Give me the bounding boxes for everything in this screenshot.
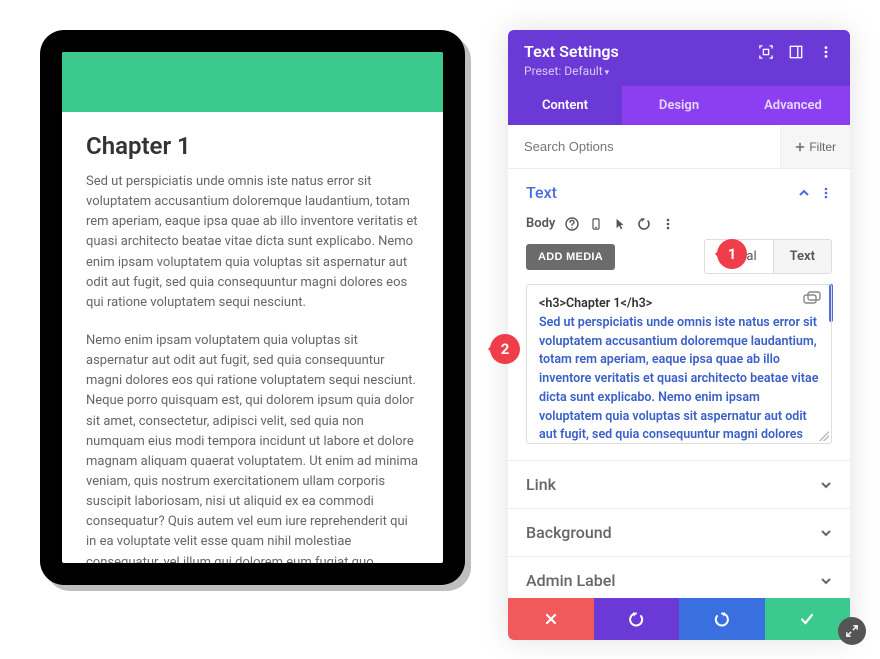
section-text: Text Body	[508, 169, 850, 461]
filter-label: Filter	[809, 140, 836, 154]
chapter-paragraph: Nemo enim ipsam voluptatem quia voluptas…	[86, 331, 419, 563]
section-title: Text	[526, 183, 557, 202]
panel-title: Text Settings	[524, 42, 619, 61]
section-link: Link	[508, 461, 850, 509]
tablet-preview: Chapter 1 Sed ut perspiciatis unde omnis…	[40, 30, 465, 585]
section-title: Link	[526, 475, 556, 494]
chapter-title: Chapter 1	[86, 132, 419, 160]
redo-button[interactable]	[679, 598, 765, 640]
add-media-button[interactable]: ADD MEDIA	[526, 244, 615, 270]
preset-label[interactable]: Preset: Default▾	[524, 64, 834, 78]
tab-design[interactable]: Design	[622, 86, 736, 125]
help-icon[interactable]	[565, 217, 579, 231]
section-header-admin-label[interactable]: Admin Label	[508, 557, 850, 594]
callout-badge-1: 1	[717, 239, 747, 269]
section-title: Admin Label	[526, 571, 615, 590]
chevron-down-icon	[820, 479, 832, 491]
section-header-background[interactable]: Background	[508, 509, 850, 556]
section-background: Background	[508, 509, 850, 557]
code-editor[interactable]: <h3>Chapter 1</h3> Sed ut perspiciatis u…	[526, 284, 832, 444]
body-label: Body	[526, 216, 555, 231]
tab-content[interactable]: Content	[508, 86, 622, 125]
header-banner	[62, 52, 443, 112]
panel-header: Text Settings Preset: Default▾	[508, 30, 850, 86]
chapter-paragraph: Sed ut perspiciatis unde omnis iste natu…	[86, 172, 419, 313]
chevron-up-icon	[798, 187, 810, 199]
undo-button[interactable]	[594, 598, 680, 640]
callout-badge-2: 2	[490, 334, 520, 364]
code-line-heading: <h3>Chapter 1</h3>	[539, 295, 819, 314]
cancel-button[interactable]	[508, 598, 594, 640]
footer-actions	[508, 598, 850, 640]
chevron-down-icon	[820, 575, 832, 587]
more-icon[interactable]	[818, 44, 834, 60]
section-header-text[interactable]: Text	[508, 169, 850, 216]
search-input[interactable]	[508, 125, 780, 168]
expand-panel-button[interactable]	[838, 617, 866, 645]
cursor-icon[interactable]	[613, 217, 627, 231]
section-title: Background	[526, 523, 612, 542]
layout-icon[interactable]	[788, 44, 804, 60]
tab-advanced[interactable]: Advanced	[736, 86, 850, 125]
more-icon[interactable]	[661, 217, 675, 231]
search-row: Filter	[508, 125, 850, 169]
panel-tabs: Content Design Advanced	[508, 86, 850, 125]
tablet-screen: Chapter 1 Sed ut perspiciatis unde omnis…	[62, 52, 443, 563]
undo-icon[interactable]	[637, 217, 651, 231]
chapter-content: Chapter 1 Sed ut perspiciatis unde omnis…	[62, 132, 443, 563]
section-more-icon[interactable]	[820, 187, 832, 199]
settings-panel: Text Settings Preset: Default▾ Content D…	[508, 30, 850, 640]
phone-icon[interactable]	[589, 217, 603, 231]
focus-icon[interactable]	[758, 44, 774, 60]
dynamic-content-icon[interactable]	[803, 291, 821, 305]
filter-button[interactable]: Filter	[780, 126, 850, 168]
text-body: Body ADD MEDIA	[508, 216, 850, 460]
chevron-down-icon	[820, 527, 832, 539]
section-admin-label: Admin Label	[508, 557, 850, 594]
section-header-link[interactable]: Link	[508, 461, 850, 508]
save-button[interactable]	[765, 598, 851, 640]
editor-tab-text[interactable]: Text	[773, 240, 831, 273]
code-line-body: Sed ut perspiciatis unde omnis iste natu…	[539, 315, 818, 444]
